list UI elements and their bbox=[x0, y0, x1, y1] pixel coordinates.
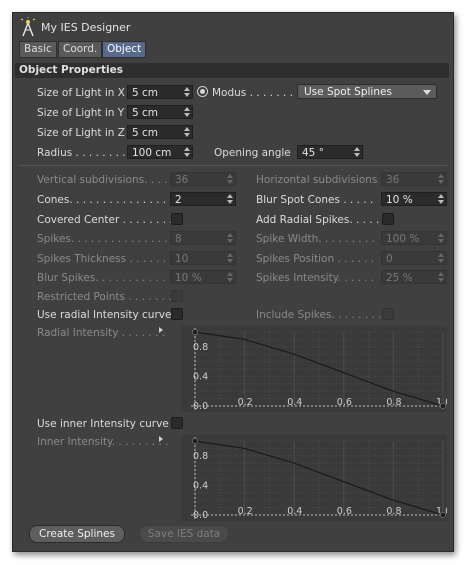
spike-width-label: Spike Width. . . . . . . . . bbox=[256, 233, 375, 245]
include-spikes-checkbox[interactable] bbox=[382, 308, 394, 320]
expand-arrow-icon[interactable] bbox=[159, 327, 163, 333]
spinner-arrows-icon[interactable] bbox=[227, 233, 233, 243]
inner-intensity-label: Inner Intensity. . . . . . . . . bbox=[37, 436, 169, 448]
radius-field[interactable]: 100 cm bbox=[127, 145, 193, 159]
spike-width-field[interactable]: 100 % bbox=[381, 231, 447, 245]
x-tick-label: 0.6 bbox=[337, 397, 352, 408]
restricted-points-checkbox[interactable] bbox=[171, 290, 183, 302]
spikes-field[interactable]: 8 bbox=[170, 231, 236, 245]
spinner-arrows-icon[interactable] bbox=[184, 147, 190, 157]
size-x-field[interactable]: 5 cm bbox=[127, 85, 193, 99]
radial-intensity-label: Radial Intensity . . . . . . . bbox=[37, 327, 166, 339]
x-tick-label: 0.8 bbox=[386, 397, 401, 408]
x-tick-label: 0.8 bbox=[386, 506, 401, 517]
save-ies-data-button[interactable]: Save IES data bbox=[139, 525, 229, 543]
add-radial-spikes-label: Add Radial Spikes. . . . . bbox=[256, 214, 380, 226]
size-z-label: Size of Light in Z bbox=[37, 127, 125, 139]
x-tick-label: 0.4 bbox=[287, 397, 302, 408]
x-tick-label: 0.2 bbox=[238, 397, 253, 408]
use-radial-curve-label: Use radial Intensity curve bbox=[37, 309, 172, 321]
size-y-label: Size of Light in Y bbox=[37, 107, 125, 119]
y-tick-label: 0.8 bbox=[193, 342, 208, 353]
spinner-arrows-icon[interactable] bbox=[227, 253, 233, 263]
spinner-arrows-icon[interactable] bbox=[438, 272, 444, 282]
covered-center-checkbox[interactable] bbox=[171, 213, 183, 225]
spikes-thickness-field[interactable]: 10 bbox=[170, 251, 236, 265]
use-radial-curve-checkbox[interactable] bbox=[171, 308, 183, 320]
covered-center-label: Covered Center . . . . . . . . bbox=[37, 214, 173, 226]
x-tick-label: 0.2 bbox=[238, 506, 253, 517]
section-object-properties: Object Properties bbox=[15, 63, 449, 78]
size-y-field[interactable]: 5 cm bbox=[127, 105, 193, 119]
y-tick-label: 0.0 bbox=[193, 401, 208, 412]
add-radial-spikes-checkbox[interactable] bbox=[382, 213, 394, 225]
opening-angle-field[interactable]: 45 ° bbox=[297, 145, 363, 159]
curve-point bbox=[440, 512, 446, 518]
light-tower-icon bbox=[20, 17, 36, 37]
use-inner-curve-label: Use inner Intensity curve bbox=[37, 418, 169, 430]
size-x-label: Size of Light in X bbox=[37, 87, 125, 99]
inner-intensity-curve[interactable]: 0.80.40.00.20.40.60.81.0 bbox=[181, 435, 447, 521]
spinner-arrows-icon[interactable] bbox=[184, 87, 190, 97]
blur-spikes-label: Blur Spikes. . . . . . . . . . . bbox=[37, 272, 166, 284]
spikes-intensity-label: Spikes Intensity. . . . . . bbox=[256, 272, 375, 284]
spikes-thickness-label: Spikes Thickness . . . . . . bbox=[37, 253, 167, 265]
divider bbox=[19, 165, 447, 166]
cones-label: Cones. . . . . . . . . . . . . . . bbox=[37, 194, 167, 206]
spinner-arrows-icon[interactable] bbox=[354, 147, 360, 157]
modus-dropdown[interactable]: Use Spot Splines bbox=[297, 84, 437, 99]
include-spikes-label: Include Spikes. . . . . . . . . bbox=[256, 309, 389, 321]
spinner-arrows-icon[interactable] bbox=[438, 174, 444, 184]
spinner-arrows-icon[interactable] bbox=[438, 194, 444, 204]
y-tick-label: 0.0 bbox=[193, 510, 208, 521]
spinner-arrows-icon[interactable] bbox=[227, 194, 233, 204]
y-tick-label: 0.8 bbox=[193, 451, 208, 462]
horizontal-subdivisions-field[interactable]: 36 bbox=[381, 172, 447, 186]
x-tick-label: 0.4 bbox=[287, 506, 302, 517]
curve-point bbox=[192, 329, 198, 335]
use-inner-curve-checkbox[interactable] bbox=[171, 417, 183, 429]
modus-label: Modus . . . . . . . bbox=[212, 87, 294, 99]
spikes-position-field[interactable]: 0 bbox=[381, 251, 447, 265]
restricted-points-label: Restricted Points . . . . . . . bbox=[37, 291, 172, 303]
window-title: My IES Designer bbox=[41, 21, 131, 34]
curve-point bbox=[192, 438, 198, 444]
spikes-position-label: Spikes Position . . . . . . bbox=[256, 253, 375, 265]
spinner-arrows-icon[interactable] bbox=[184, 127, 190, 137]
spikes-intensity-field[interactable]: 25 % bbox=[381, 270, 447, 284]
blur-spot-cones-field[interactable]: 10 % bbox=[381, 192, 447, 206]
horizontal-subdivisions-label: Horizontal subdivisions bbox=[256, 174, 378, 186]
blur-spot-cones-label: Blur Spot Cones . . . . . bbox=[256, 194, 374, 206]
tab-coord[interactable]: Coord. bbox=[58, 41, 103, 58]
chevron-down-icon bbox=[423, 90, 431, 95]
spinner-arrows-icon[interactable] bbox=[184, 107, 190, 117]
size-z-field[interactable]: 5 cm bbox=[127, 125, 193, 139]
cones-field[interactable]: 2 bbox=[170, 192, 236, 206]
x-tick-label: 0.6 bbox=[337, 506, 352, 517]
tab-basic[interactable]: Basic bbox=[19, 41, 57, 58]
y-tick-label: 0.4 bbox=[193, 480, 208, 491]
spinner-arrows-icon[interactable] bbox=[438, 253, 444, 263]
modus-radio[interactable] bbox=[197, 86, 208, 97]
spinner-arrows-icon[interactable] bbox=[227, 174, 233, 184]
vertical-subdivisions-field[interactable]: 36 bbox=[170, 172, 236, 186]
title-bar: My IES Designer bbox=[13, 13, 453, 40]
blur-spikes-field[interactable]: 10 % bbox=[170, 270, 236, 284]
opening-angle-label: Opening angle bbox=[214, 147, 291, 159]
y-tick-label: 0.4 bbox=[193, 371, 208, 382]
radius-label: Radius . . . . . . . . bbox=[37, 147, 126, 159]
spinner-arrows-icon[interactable] bbox=[227, 272, 233, 282]
radial-intensity-curve[interactable]: 0.80.40.00.20.40.60.81.0 bbox=[181, 326, 447, 412]
spinner-arrows-icon[interactable] bbox=[438, 233, 444, 243]
create-splines-button[interactable]: Create Splines bbox=[29, 525, 125, 543]
spikes-label: Spikes. . . . . . . . . . . . . . . bbox=[37, 233, 168, 245]
tab-object[interactable]: Object bbox=[102, 41, 147, 58]
expand-arrow-icon[interactable] bbox=[159, 436, 163, 442]
ies-designer-panel: My IES Designer Basic Coord. Object Obje… bbox=[12, 12, 454, 552]
curve-point bbox=[440, 403, 446, 409]
vertical-subdivisions-label: Vertical subdivisions. . . . bbox=[37, 174, 168, 186]
